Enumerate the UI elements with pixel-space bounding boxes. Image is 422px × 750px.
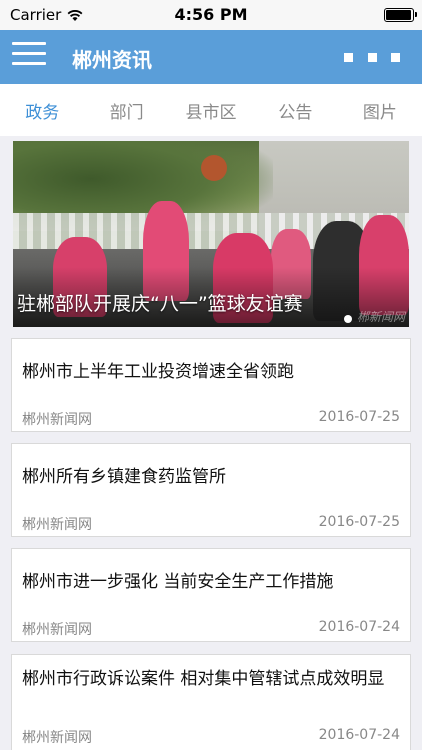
nav-bar: 郴州资讯 <box>0 30 422 84</box>
news-source: 郴州新闻网 <box>22 730 92 746</box>
banner-caption: 驻郴部队开展庆“八一”篮球友谊赛 <box>17 293 303 315</box>
news-title: 郴州市进一步强化 当前安全生产工作措施 <box>22 572 334 592</box>
tab-xianshiqu[interactable]: 县市区 <box>169 98 253 123</box>
basketball <box>201 155 227 181</box>
headline-banner[interactable]: 驻郴部队开展庆“八一”篮球友谊赛 郴新闻网 <box>13 141 409 327</box>
hamburger-menu-icon[interactable] <box>12 42 46 72</box>
news-date: 2016-07-24 <box>318 619 400 635</box>
battery-fill <box>386 10 411 20</box>
news-date: 2016-07-25 <box>318 514 400 530</box>
news-date: 2016-07-24 <box>318 727 400 743</box>
tab-zhengwu[interactable]: 政务 <box>0 98 84 123</box>
tab-tupian[interactable]: 图片 <box>338 98 422 123</box>
page-title: 郴州资讯 <box>72 48 152 72</box>
news-title: 郴州所有乡镇建食药监管所 <box>22 467 226 487</box>
tab-bumen[interactable]: 部门 <box>84 98 168 123</box>
news-source: 郴州新闻网 <box>22 412 92 428</box>
news-date: 2016-07-25 <box>318 409 400 425</box>
battery-icon <box>384 8 417 22</box>
news-source: 郴州新闻网 <box>22 517 92 533</box>
news-item[interactable]: 郴州市进一步强化 当前安全生产工作措施 郴州新闻网 2016-07-24 <box>11 548 411 642</box>
news-item[interactable]: 郴州所有乡镇建食药监管所 郴州新闻网 2016-07-25 <box>11 443 411 537</box>
tab-gonggao[interactable]: 公告 <box>253 98 337 123</box>
news-item[interactable]: 郴州市上半年工业投资增速全省领跑 郴州新闻网 2016-07-25 <box>11 338 411 432</box>
category-tabs: 政务 部门 县市区 公告 图片 <box>0 84 422 136</box>
news-title: 郴州市行政诉讼案件 相对集中管辖试点成效明显 <box>22 669 385 689</box>
more-dots-icon[interactable] <box>344 48 400 66</box>
news-title: 郴州市上半年工业投资增速全省领跑 <box>22 362 294 382</box>
news-source: 郴州新闻网 <box>22 622 92 638</box>
banner-watermark: 郴新闻网 <box>356 310 405 324</box>
carousel-page-dot[interactable] <box>344 315 352 323</box>
status-bar: Carrier 4:56 PM <box>0 0 422 30</box>
status-time: 4:56 PM <box>174 5 248 24</box>
news-item[interactable]: 郴州市行政诉讼案件 相对集中管辖试点成效明显 郴州新闻网 2016-07-24 <box>11 654 411 750</box>
